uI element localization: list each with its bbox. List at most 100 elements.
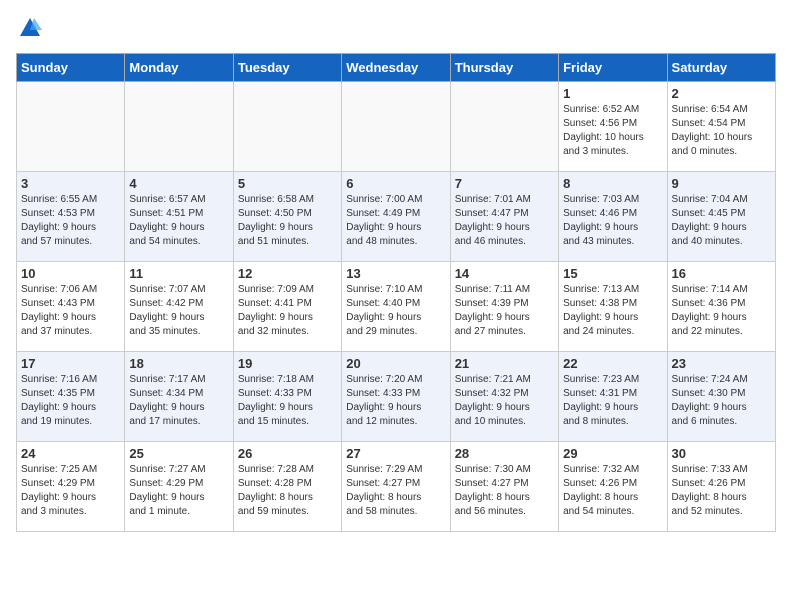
calendar-day-cell: 14 Sunrise: 7:11 AM Sunset: 4:39 PM Dayli… — [450, 262, 558, 352]
calendar-day-cell: 27 Sunrise: 7:29 AM Sunset: 4:27 PM Dayli… — [342, 442, 450, 532]
calendar-day-cell: 4 Sunrise: 6:57 AM Sunset: 4:51 PM Daylig… — [125, 172, 233, 262]
day-info: Sunrise: 7:17 AM Sunset: 4:34 PM Dayligh… — [129, 373, 228, 429]
calendar-day-header: Saturday — [667, 54, 775, 82]
day-number: 28 — [455, 446, 554, 461]
calendar-day-cell: 19 Sunrise: 7:18 AM Sunset: 4:33 PM Dayli… — [233, 352, 341, 442]
day-info: Sunrise: 7:33 AM Sunset: 4:26 PM Dayligh… — [672, 463, 771, 519]
calendar-day-header: Tuesday — [233, 54, 341, 82]
day-number: 11 — [129, 266, 228, 281]
calendar-week-row: 24Sunrise: 7:25 AM Sunset: 4:29 PM Dayli… — [17, 442, 776, 532]
calendar-day-cell: 30 Sunrise: 7:33 AM Sunset: 4:26 PM Dayli… — [667, 442, 775, 532]
calendar-day-cell: 10 Sunrise: 7:06 AM Sunset: 4:43 PM Dayli… — [17, 262, 125, 352]
day-number: 8 — [563, 176, 662, 191]
calendar-day-cell: 28 Sunrise: 7:30 AM Sunset: 4:27 PM Dayli… — [450, 442, 558, 532]
day-info: Sunrise: 7:06 AM Sunset: 4:43 PM Dayligh… — [21, 283, 120, 339]
day-number: 27 — [346, 446, 445, 461]
calendar-day-cell: 6 Sunrise: 7:00 AM Sunset: 4:49 PM Daylig… — [342, 172, 450, 262]
calendar-week-row: 1 Sunrise: 6:52 AM Sunset: 4:56 PM Daylig… — [17, 82, 776, 172]
calendar-day-cell: 13 Sunrise: 7:10 AM Sunset: 4:40 PM Dayli… — [342, 262, 450, 352]
day-number: 16 — [672, 266, 771, 281]
day-number: 3 — [21, 176, 120, 191]
day-info: Sunrise: 6:58 AM Sunset: 4:50 PM Dayligh… — [238, 193, 337, 249]
day-info: Sunrise: 7:00 AM Sunset: 4:49 PM Dayligh… — [346, 193, 445, 249]
day-number: 1 — [563, 86, 662, 101]
calendar-day-header: Monday — [125, 54, 233, 82]
calendar-day-cell: 23 Sunrise: 7:24 AM Sunset: 4:30 PM Dayli… — [667, 352, 775, 442]
calendar-day-cell: 16Sunrise: 7:14 AM Sunset: 4:36 PM Dayli… — [667, 262, 775, 352]
calendar-day-cell: 25 Sunrise: 7:27 AM Sunset: 4:29 PM Dayli… — [125, 442, 233, 532]
day-number: 17 — [21, 356, 120, 371]
day-info: Sunrise: 7:11 AM Sunset: 4:39 PM Dayligh… — [455, 283, 554, 339]
day-number: 21 — [455, 356, 554, 371]
day-number: 4 — [129, 176, 228, 191]
calendar-day-cell — [125, 82, 233, 172]
calendar-day-cell: 5Sunrise: 6:58 AM Sunset: 4:50 PM Daylig… — [233, 172, 341, 262]
calendar-day-cell: 7 Sunrise: 7:01 AM Sunset: 4:47 PM Daylig… — [450, 172, 558, 262]
logo-icon — [18, 16, 42, 40]
day-number: 10 — [21, 266, 120, 281]
day-info: Sunrise: 7:13 AM Sunset: 4:38 PM Dayligh… — [563, 283, 662, 339]
calendar-week-row: 3 Sunrise: 6:55 AM Sunset: 4:53 PM Daylig… — [17, 172, 776, 262]
calendar-day-cell — [17, 82, 125, 172]
logo — [16, 16, 42, 45]
calendar-day-cell: 18 Sunrise: 7:17 AM Sunset: 4:34 PM Dayli… — [125, 352, 233, 442]
day-info: Sunrise: 6:57 AM Sunset: 4:51 PM Dayligh… — [129, 193, 228, 249]
day-number: 7 — [455, 176, 554, 191]
day-number: 6 — [346, 176, 445, 191]
day-info: Sunrise: 7:01 AM Sunset: 4:47 PM Dayligh… — [455, 193, 554, 249]
calendar-day-header: Sunday — [17, 54, 125, 82]
calendar-day-cell: 2 Sunrise: 6:54 AM Sunset: 4:54 PM Daylig… — [667, 82, 775, 172]
day-number: 30 — [672, 446, 771, 461]
day-number: 26 — [238, 446, 337, 461]
day-number: 29 — [563, 446, 662, 461]
calendar-day-cell: 11Sunrise: 7:07 AM Sunset: 4:42 PM Dayli… — [125, 262, 233, 352]
calendar-week-row: 10 Sunrise: 7:06 AM Sunset: 4:43 PM Dayli… — [17, 262, 776, 352]
day-number: 25 — [129, 446, 228, 461]
calendar-day-cell: 8 Sunrise: 7:03 AM Sunset: 4:46 PM Daylig… — [559, 172, 667, 262]
day-info: Sunrise: 7:24 AM Sunset: 4:30 PM Dayligh… — [672, 373, 771, 429]
day-info: Sunrise: 7:30 AM Sunset: 4:27 PM Dayligh… — [455, 463, 554, 519]
header — [16, 16, 776, 45]
calendar-day-cell: 21 Sunrise: 7:21 AM Sunset: 4:32 PM Dayli… — [450, 352, 558, 442]
day-info: Sunrise: 6:55 AM Sunset: 4:53 PM Dayligh… — [21, 193, 120, 249]
calendar-table: SundayMondayTuesdayWednesdayThursdayFrid… — [16, 53, 776, 532]
day-info: Sunrise: 7:18 AM Sunset: 4:33 PM Dayligh… — [238, 373, 337, 429]
day-info: Sunrise: 6:52 AM Sunset: 4:56 PM Dayligh… — [563, 103, 662, 159]
day-number: 20 — [346, 356, 445, 371]
calendar-day-cell: 24Sunrise: 7:25 AM Sunset: 4:29 PM Dayli… — [17, 442, 125, 532]
day-number: 24 — [21, 446, 120, 461]
calendar-day-cell — [450, 82, 558, 172]
calendar-day-cell: 15 Sunrise: 7:13 AM Sunset: 4:38 PM Dayli… — [559, 262, 667, 352]
day-info: Sunrise: 7:03 AM Sunset: 4:46 PM Dayligh… — [563, 193, 662, 249]
day-info: Sunrise: 7:23 AM Sunset: 4:31 PM Dayligh… — [563, 373, 662, 429]
day-info: Sunrise: 7:28 AM Sunset: 4:28 PM Dayligh… — [238, 463, 337, 519]
day-info: Sunrise: 7:09 AM Sunset: 4:41 PM Dayligh… — [238, 283, 337, 339]
day-number: 15 — [563, 266, 662, 281]
day-info: Sunrise: 6:54 AM Sunset: 4:54 PM Dayligh… — [672, 103, 771, 159]
calendar-day-cell: 3 Sunrise: 6:55 AM Sunset: 4:53 PM Daylig… — [17, 172, 125, 262]
day-info: Sunrise: 7:10 AM Sunset: 4:40 PM Dayligh… — [346, 283, 445, 339]
calendar-day-cell: 1 Sunrise: 6:52 AM Sunset: 4:56 PM Daylig… — [559, 82, 667, 172]
day-number: 12 — [238, 266, 337, 281]
calendar-day-cell: 22 Sunrise: 7:23 AM Sunset: 4:31 PM Dayli… — [559, 352, 667, 442]
calendar-header-row: SundayMondayTuesdayWednesdayThursdayFrid… — [17, 54, 776, 82]
calendar-day-cell: 29 Sunrise: 7:32 AM Sunset: 4:26 PM Dayli… — [559, 442, 667, 532]
day-number: 9 — [672, 176, 771, 191]
day-info: Sunrise: 7:16 AM Sunset: 4:35 PM Dayligh… — [21, 373, 120, 429]
day-info: Sunrise: 7:29 AM Sunset: 4:27 PM Dayligh… — [346, 463, 445, 519]
calendar-day-cell: 12 Sunrise: 7:09 AM Sunset: 4:41 PM Dayli… — [233, 262, 341, 352]
day-number: 19 — [238, 356, 337, 371]
day-number: 2 — [672, 86, 771, 101]
day-number: 13 — [346, 266, 445, 281]
day-number: 14 — [455, 266, 554, 281]
calendar-day-cell — [342, 82, 450, 172]
calendar-day-header: Wednesday — [342, 54, 450, 82]
day-info: Sunrise: 7:32 AM Sunset: 4:26 PM Dayligh… — [563, 463, 662, 519]
calendar-day-cell: 9Sunrise: 7:04 AM Sunset: 4:45 PM Daylig… — [667, 172, 775, 262]
day-info: Sunrise: 7:27 AM Sunset: 4:29 PM Dayligh… — [129, 463, 228, 519]
day-number: 18 — [129, 356, 228, 371]
calendar-day-cell: 20Sunrise: 7:20 AM Sunset: 4:33 PM Dayli… — [342, 352, 450, 442]
day-info: Sunrise: 7:21 AM Sunset: 4:32 PM Dayligh… — [455, 373, 554, 429]
day-number: 22 — [563, 356, 662, 371]
day-number: 23 — [672, 356, 771, 371]
